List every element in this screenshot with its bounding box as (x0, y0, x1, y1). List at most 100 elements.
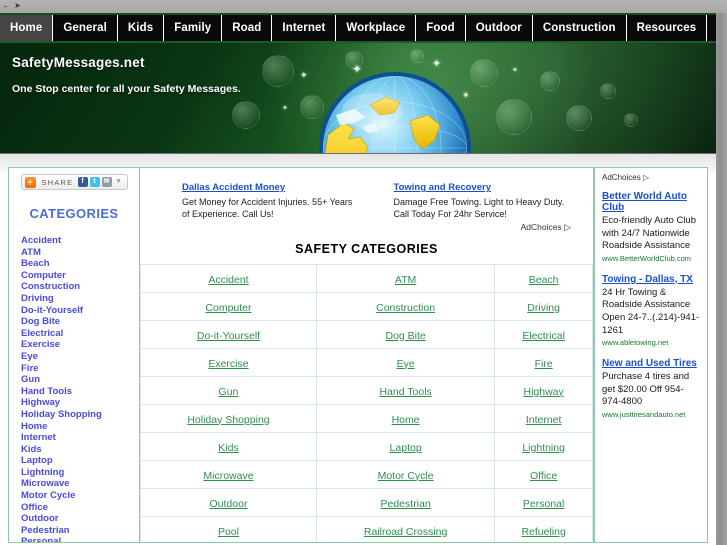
rail-ad: New and Used Tires Purchase 4 tires and g… (602, 358, 702, 419)
rail-ad-url[interactable]: www.justtiresandauto.net (602, 410, 702, 419)
category-link-laptop[interactable]: Laptop (390, 442, 422, 454)
category-link-beach[interactable]: Beach (529, 274, 559, 286)
sidebar-item-gun[interactable]: Gun (21, 374, 139, 386)
nav-item-general[interactable]: General (53, 15, 118, 41)
nav-item-food[interactable]: Food (416, 15, 466, 41)
bokeh-circle (262, 55, 294, 87)
sidebar-item-eye[interactable]: Eye (21, 351, 139, 363)
nav-item-home[interactable]: Home (0, 15, 54, 41)
facebook-icon[interactable]: f (77, 177, 88, 187)
ad-description: Damage Free Towing. Light to Heavy Duty.… (393, 197, 565, 219)
category-link-microwave[interactable]: Microwave (203, 470, 253, 482)
category-link-lightning[interactable]: Lightning (522, 442, 565, 454)
rail-ad-url[interactable]: www.abletowing.net (602, 338, 702, 347)
sidebar-item-atm[interactable]: ATM (21, 247, 139, 259)
sidebar-item-lightning[interactable]: Lightning (21, 467, 139, 479)
category-link-hand-tools[interactable]: Hand Tools (379, 386, 431, 398)
bokeh-circle (540, 71, 560, 91)
sidebar-item-computer[interactable]: Computer (21, 270, 139, 282)
nav-item-road[interactable]: Road (222, 15, 273, 41)
sidebar-item-internet[interactable]: Internet (21, 432, 139, 444)
category-link-motor-cycle[interactable]: Motor Cycle (378, 470, 434, 482)
nav-item-family[interactable]: Family (164, 15, 223, 41)
adchoices-rail[interactable]: AdChoices ▷ (602, 173, 702, 182)
category-link-kids[interactable]: Kids (218, 442, 238, 454)
adchoices-triangle-icon: ▷ (642, 173, 650, 182)
category-link-construction[interactable]: Construction (376, 302, 435, 314)
category-link-office[interactable]: Office (530, 470, 557, 482)
sidebar-item-do-it-yourself[interactable]: Do-it-Yourself (21, 305, 139, 317)
category-link-gun[interactable]: Gun (219, 386, 239, 398)
category-link-railroad-crossing[interactable]: Railroad Crossing (364, 526, 447, 538)
category-link-personal[interactable]: Personal (523, 498, 564, 510)
table-cell: Exercise (140, 348, 317, 377)
table-row: Computer Construction Driving (140, 292, 593, 321)
ad-title-link[interactable]: Towing and Recovery (394, 182, 572, 193)
page-right-gutter (716, 13, 727, 545)
nav-item-kids[interactable]: Kids (118, 15, 165, 41)
bokeh-circle (624, 113, 638, 127)
adchoices-main[interactable]: AdChoices ▷ (140, 220, 593, 233)
category-link-fire[interactable]: Fire (535, 358, 553, 370)
email-icon[interactable]: ✉ (101, 177, 112, 187)
bokeh-circle (410, 49, 424, 63)
category-link-holiday-shopping[interactable]: Holiday Shopping (187, 414, 269, 426)
sidebar-item-holiday-shopping[interactable]: Holiday Shopping (21, 409, 139, 421)
sidebar-item-construction[interactable]: Construction (21, 281, 139, 293)
twitter-icon[interactable]: t (89, 177, 100, 187)
sidebar-item-exercise[interactable]: Exercise (21, 339, 139, 351)
table-cell: Kids (140, 432, 317, 461)
sidebar-item-fire[interactable]: Fire (21, 363, 139, 375)
sidebar-item-microwave[interactable]: Microwave (21, 478, 139, 490)
nav-item-outdoor[interactable]: Outdoor (466, 15, 533, 41)
sidebar-item-highway[interactable]: Highway (21, 397, 139, 409)
addthis-share-widget[interactable]: + SHARE f t ✉ ▾ (20, 174, 128, 190)
sidebar-item-dog-bite[interactable]: Dog Bite (21, 316, 139, 328)
category-link-highway[interactable]: Highway (523, 386, 563, 398)
rail-ad-title-link[interactable]: New and Used Tires (602, 358, 702, 369)
more-options-icon[interactable]: ▾ (114, 177, 124, 187)
category-link-internet[interactable]: Internet (526, 414, 562, 426)
nav-item-resources[interactable]: Resources (627, 15, 708, 41)
category-link-eye[interactable]: Eye (397, 358, 415, 370)
rail-ad-url[interactable]: www.BetterWorldClub.com (602, 254, 702, 263)
category-link-computer[interactable]: Computer (205, 302, 251, 314)
nav-item-contact-us[interactable]: Contact Us (707, 15, 716, 41)
rail-ad-title-link[interactable]: Towing - Dallas, TX (602, 274, 702, 285)
sidebar-item-personal[interactable]: Personal (21, 536, 139, 542)
sidebar-item-outdoor[interactable]: Outdoor (21, 513, 139, 525)
sidebar-item-laptop[interactable]: Laptop (21, 455, 139, 467)
sidebar-item-driving[interactable]: Driving (21, 293, 139, 305)
category-link-do-it-yourself[interactable]: Do-it-Yourself (197, 330, 260, 342)
share-plus-icon[interactable]: + (24, 176, 36, 188)
sidebar-item-electrical[interactable]: Electrical (21, 328, 139, 340)
sidebar-item-motor-cycle[interactable]: Motor Cycle (21, 490, 139, 502)
sidebar-item-office[interactable]: Office (21, 502, 139, 514)
category-link-refueling[interactable]: Refueling (521, 526, 565, 538)
bokeh-circle (566, 105, 592, 131)
category-link-home[interactable]: Home (392, 414, 420, 426)
rail-ad-title-link[interactable]: Better World Auto Club (602, 191, 702, 213)
sidebar-item-accident[interactable]: Accident (21, 235, 139, 247)
table-row: Accident ATM Beach (140, 264, 593, 293)
nav-item-construction[interactable]: Construction (533, 15, 627, 41)
category-link-driving[interactable]: Driving (527, 302, 560, 314)
nav-item-internet[interactable]: Internet (272, 15, 337, 41)
category-link-accident[interactable]: Accident (208, 274, 248, 286)
category-link-outdoor[interactable]: Outdoor (210, 498, 248, 510)
ad-title-link[interactable]: Dallas Accident Money (182, 182, 360, 193)
category-link-electrical[interactable]: Electrical (522, 330, 565, 342)
table-cell: Internet (494, 404, 593, 433)
category-link-pool[interactable]: Pool (218, 526, 239, 538)
sidebar-item-pedestrian[interactable]: Pedestrian (21, 525, 139, 537)
category-link-atm[interactable]: ATM (395, 274, 416, 286)
sidebar-item-hand-tools[interactable]: Hand Tools (21, 386, 139, 398)
nav-item-workplace[interactable]: Workplace (336, 15, 417, 41)
category-link-exercise[interactable]: Exercise (208, 358, 248, 370)
sidebar-item-beach[interactable]: Beach (21, 258, 139, 270)
category-link-pedestrian[interactable]: Pedestrian (381, 498, 431, 510)
top-ad: Dallas Accident Money Get Money for Accid… (182, 182, 360, 220)
sidebar-item-home[interactable]: Home (21, 421, 139, 433)
category-link-dog-bite[interactable]: Dog Bite (385, 330, 425, 342)
sidebar-item-kids[interactable]: Kids (21, 444, 139, 456)
